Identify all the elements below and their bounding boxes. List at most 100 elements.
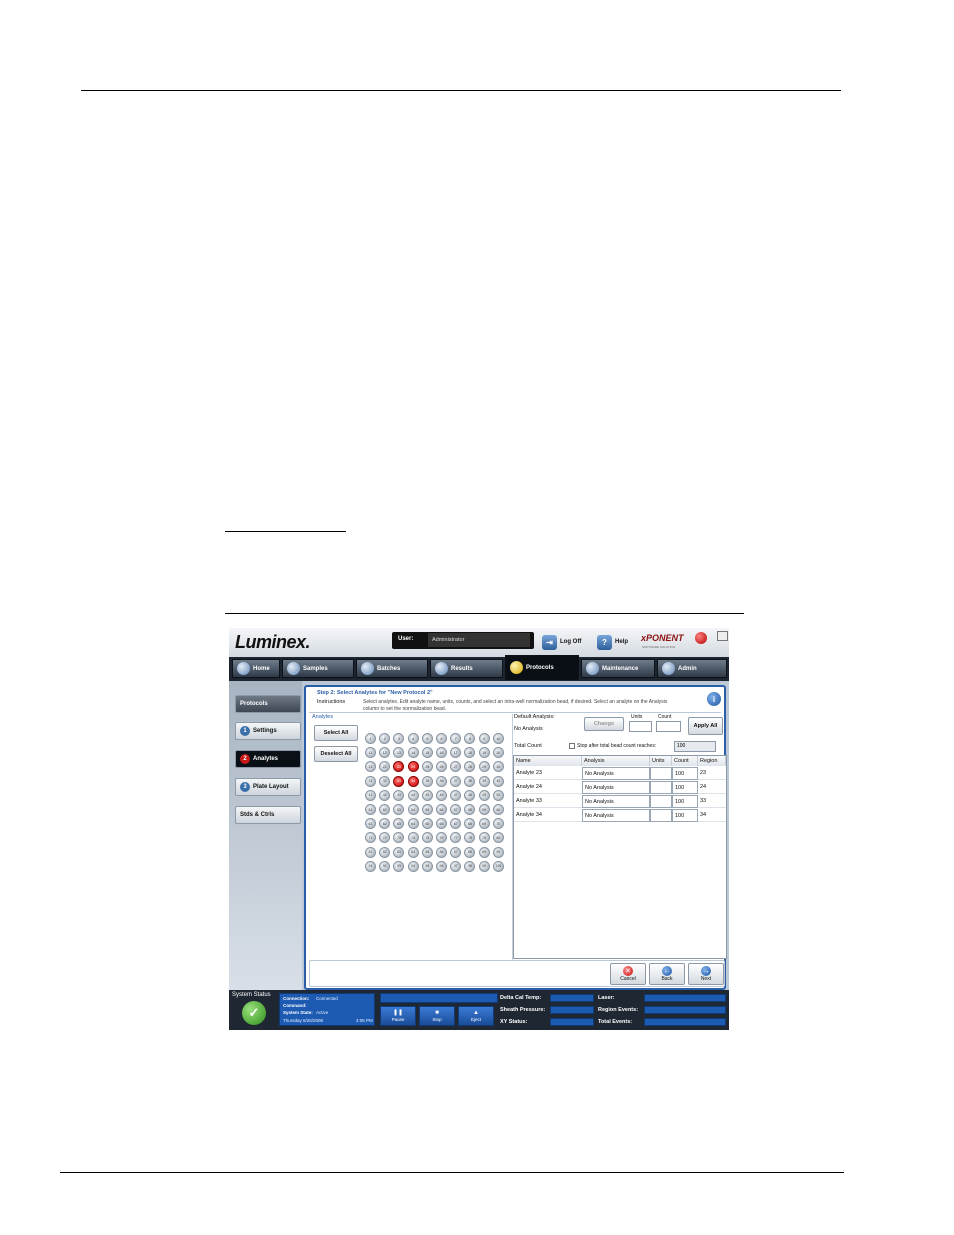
next-button[interactable]: → Next (688, 963, 724, 985)
bead-72[interactable]: 72 (379, 832, 391, 844)
table-cell[interactable] (650, 781, 672, 794)
bead-1[interactable]: 1 (365, 733, 376, 744)
bead-4[interactable]: 4 (407, 733, 419, 744)
bead-59[interactable]: 59 (478, 804, 490, 815)
bead-97[interactable]: 97 (450, 860, 462, 872)
bead-49[interactable]: 49 (478, 789, 490, 801)
bead-36[interactable]: 36 (436, 775, 447, 787)
bead-32[interactable]: 32 (379, 775, 391, 787)
bead-22[interactable]: 22 (379, 761, 391, 773)
bead-46[interactable]: 46 (436, 789, 447, 801)
bead-6[interactable]: 6 (436, 733, 447, 744)
bead-17[interactable]: 17 (450, 747, 462, 759)
bead-38[interactable]: 38 (464, 775, 476, 787)
bead-12[interactable]: 12 (379, 747, 391, 759)
table-cell[interactable]: 100 (672, 795, 698, 808)
tab-protocols[interactable]: Protocols (505, 655, 579, 680)
bead-29[interactable]: 29 (478, 761, 490, 773)
bead-54[interactable]: 54 (407, 804, 419, 815)
bead-64[interactable]: 64 (407, 818, 419, 830)
bead-26[interactable]: 26 (436, 761, 447, 773)
tab-results[interactable]: Results (430, 659, 503, 678)
select-all-button[interactable]: Select All (314, 725, 358, 741)
tab-samples[interactable]: Samples (282, 659, 354, 678)
bead-100[interactable]: 100 (492, 860, 504, 872)
stop-button[interactable]: ■ Stop (419, 1006, 455, 1026)
bead-91[interactable]: 91 (365, 860, 376, 872)
bead-13[interactable]: 13 (393, 747, 405, 759)
bead-62[interactable]: 62 (379, 818, 391, 830)
bead-31[interactable]: 31 (365, 775, 376, 787)
bead-95[interactable]: 95 (421, 860, 433, 872)
bead-16[interactable]: 16 (436, 747, 447, 759)
bead-41[interactable]: 41 (365, 789, 376, 801)
status-ok-icon[interactable]: ✓ (242, 1001, 266, 1025)
bead-98[interactable]: 98 (464, 860, 476, 872)
table-cell[interactable]: 100 (672, 767, 698, 780)
bead-15[interactable]: 15 (421, 747, 433, 759)
bead-14[interactable]: 14 (407, 747, 419, 759)
bead-9[interactable]: 9 (478, 733, 490, 744)
table-cell[interactable]: No Analysis (582, 781, 650, 794)
sidebar-item-analytes[interactable]: 2 Analytes (235, 750, 301, 768)
bead-34[interactable]: 34 (407, 775, 419, 787)
bead-8[interactable]: 8 (464, 733, 476, 744)
bead-76[interactable]: 76 (436, 832, 447, 844)
bead-43[interactable]: 43 (393, 789, 405, 801)
bead-5[interactable]: 5 (421, 733, 433, 744)
bead-80[interactable]: 80 (492, 832, 504, 844)
count-input[interactable] (656, 721, 681, 732)
bead-60[interactable]: 60 (492, 804, 504, 815)
bead-25[interactable]: 25 (421, 761, 433, 773)
bead-68[interactable]: 68 (464, 818, 476, 830)
bead-18[interactable]: 18 (464, 747, 476, 759)
bead-82[interactable]: 82 (379, 846, 391, 858)
sidebar-item-stds-ctrls[interactable]: Stds & Ctrls (235, 806, 301, 824)
bead-77[interactable]: 77 (450, 832, 462, 844)
back-button[interactable]: ← Back (649, 963, 685, 985)
help-button[interactable]: ? Help (597, 634, 628, 650)
bead-61[interactable]: 61 (365, 818, 376, 830)
sidebar-header-protocols[interactable]: Protocols (235, 695, 301, 713)
units-input[interactable] (629, 721, 652, 732)
bead-83[interactable]: 83 (393, 846, 405, 858)
bead-70[interactable]: 70 (492, 818, 504, 830)
sidebar-item-settings[interactable]: 1 Settings (235, 722, 301, 740)
bead-28[interactable]: 28 (464, 761, 476, 773)
change-analysis-button[interactable]: Change (584, 717, 624, 731)
eject-button[interactable]: ▲ Eject (458, 1006, 494, 1026)
bead-65[interactable]: 65 (421, 818, 433, 830)
bead-86[interactable]: 86 (436, 846, 447, 858)
table-cell[interactable]: No Analysis (582, 795, 650, 808)
tab-home[interactable]: Home (232, 659, 280, 678)
bead-81[interactable]: 81 (365, 846, 376, 858)
bead-53[interactable]: 53 (393, 804, 405, 815)
bead-92[interactable]: 92 (379, 860, 391, 872)
bead-37[interactable]: 37 (450, 775, 462, 787)
bead-93[interactable]: 93 (393, 860, 405, 872)
bead-96[interactable]: 96 (436, 860, 447, 872)
bead-35[interactable]: 35 (421, 775, 433, 787)
bead-69[interactable]: 69 (478, 818, 490, 830)
bead-58[interactable]: 58 (464, 804, 476, 815)
bead-57[interactable]: 57 (450, 804, 462, 815)
bead-52[interactable]: 52 (379, 804, 391, 815)
stop-after-input[interactable]: 100 (674, 741, 716, 752)
bead-74[interactable]: 74 (407, 832, 419, 844)
bead-94[interactable]: 94 (407, 860, 419, 872)
bead-47[interactable]: 47 (450, 789, 462, 801)
bead-67[interactable]: 67 (450, 818, 462, 830)
bead-40[interactable]: 40 (492, 775, 504, 787)
table-cell[interactable] (650, 767, 672, 780)
tab-maintenance[interactable]: Maintenance (581, 659, 655, 678)
bead-78[interactable]: 78 (464, 832, 476, 844)
bead-90[interactable]: 90 (492, 846, 504, 858)
bead-85[interactable]: 85 (421, 846, 433, 858)
bead-79[interactable]: 79 (478, 832, 490, 844)
pause-button[interactable]: ❚❚ Pause (380, 1006, 416, 1026)
bead-66[interactable]: 66 (436, 818, 447, 830)
bead-99[interactable]: 99 (478, 860, 490, 872)
bead-39[interactable]: 39 (478, 775, 490, 787)
table-cell[interactable] (650, 809, 672, 822)
window-control-button[interactable] (717, 631, 728, 641)
